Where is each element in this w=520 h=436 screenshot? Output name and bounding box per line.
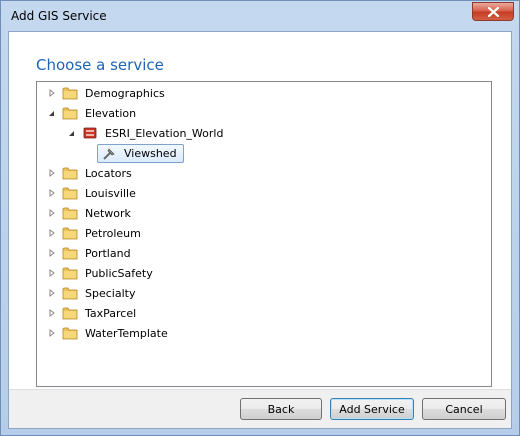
tree-item-label: Petroleum (85, 226, 141, 240)
tree-item[interactable]: Elevation (47, 103, 139, 123)
window-title: Add GIS Service (11, 9, 107, 23)
button-bar: Back Add Service Cancel (9, 389, 511, 428)
tree-item[interactable]: Louisville (47, 183, 139, 203)
tree-item[interactable]: Portland (47, 243, 134, 263)
tree-item[interactable]: PublicSafety (47, 263, 156, 283)
back-button[interactable]: Back (240, 398, 322, 420)
tree-item[interactable]: Demographics (47, 83, 168, 103)
folder-icon (62, 106, 78, 120)
close-icon (488, 7, 499, 17)
expand-arrow-icon[interactable] (47, 268, 57, 278)
folder-icon (62, 246, 78, 260)
tree-item-label: PublicSafety (85, 266, 153, 280)
expand-arrow-icon[interactable] (47, 288, 57, 298)
folder-icon (62, 326, 78, 340)
title-bar[interactable]: Add GIS Service (1, 1, 519, 31)
service-tree[interactable]: Demographics Elevation ESRI_Elevation_Worl… (36, 81, 492, 387)
folder-icon (62, 166, 78, 180)
folder-icon (62, 286, 78, 300)
tree-item-label: Demographics (85, 86, 165, 100)
expand-arrow-icon[interactable] (47, 228, 57, 238)
tree-item[interactable]: Locators (47, 163, 135, 183)
tree-item-label: ESRI_Elevation_World (105, 126, 224, 140)
folder-icon (62, 226, 78, 240)
tree-item[interactable]: TaxParcel (47, 303, 139, 323)
selected-item-highlight[interactable]: Viewshed (97, 143, 184, 163)
expand-arrow-icon[interactable] (47, 328, 57, 338)
dialog-content: Choose a service Demographics Elevation ES… (8, 31, 512, 429)
cancel-button[interactable]: Cancel (422, 398, 506, 420)
expand-arrow-icon[interactable] (47, 248, 57, 258)
tree-item[interactable]: ESRI_Elevation_World (67, 123, 226, 143)
tree-item-label: Specialty (85, 286, 136, 300)
collapse-arrow-icon[interactable] (67, 128, 77, 138)
close-button[interactable] (472, 2, 514, 21)
page-title: Choose a service (36, 56, 164, 74)
tree-item-label: Portland (85, 246, 131, 260)
tree-item-label: Elevation (85, 106, 137, 120)
folder-icon (62, 186, 78, 200)
add-service-button[interactable]: Add Service (330, 398, 414, 420)
tree-item-label: TaxParcel (85, 306, 137, 320)
server-icon (82, 126, 98, 140)
folder-icon (62, 266, 78, 280)
no-arrow (87, 148, 97, 158)
tree-item-label: Network (85, 206, 131, 220)
tree-item[interactable]: WaterTemplate (47, 323, 171, 343)
tree-item-label: WaterTemplate (85, 326, 168, 340)
expand-arrow-icon[interactable] (47, 188, 57, 198)
collapse-arrow-icon[interactable] (47, 108, 57, 118)
tree-item[interactable]: Network (47, 203, 134, 223)
tree-item[interactable]: Petroleum (47, 223, 144, 243)
expand-arrow-icon[interactable] (47, 168, 57, 178)
tree-item[interactable]: Specialty (47, 283, 138, 303)
expand-arrow-icon[interactable] (47, 308, 57, 318)
folder-icon (62, 86, 78, 100)
tool-icon (101, 146, 117, 160)
tree-item-label: Locators (85, 166, 132, 180)
expand-arrow-icon[interactable] (47, 88, 57, 98)
tree-item[interactable]: Viewshed (87, 143, 184, 163)
folder-icon (62, 206, 78, 220)
tree-item-label: Viewshed (124, 146, 177, 160)
expand-arrow-icon[interactable] (47, 208, 57, 218)
folder-icon (62, 306, 78, 320)
dialog-window: Add GIS Service Choose a service Demogra… (0, 0, 520, 436)
tree-item-label: Louisville (85, 186, 136, 200)
